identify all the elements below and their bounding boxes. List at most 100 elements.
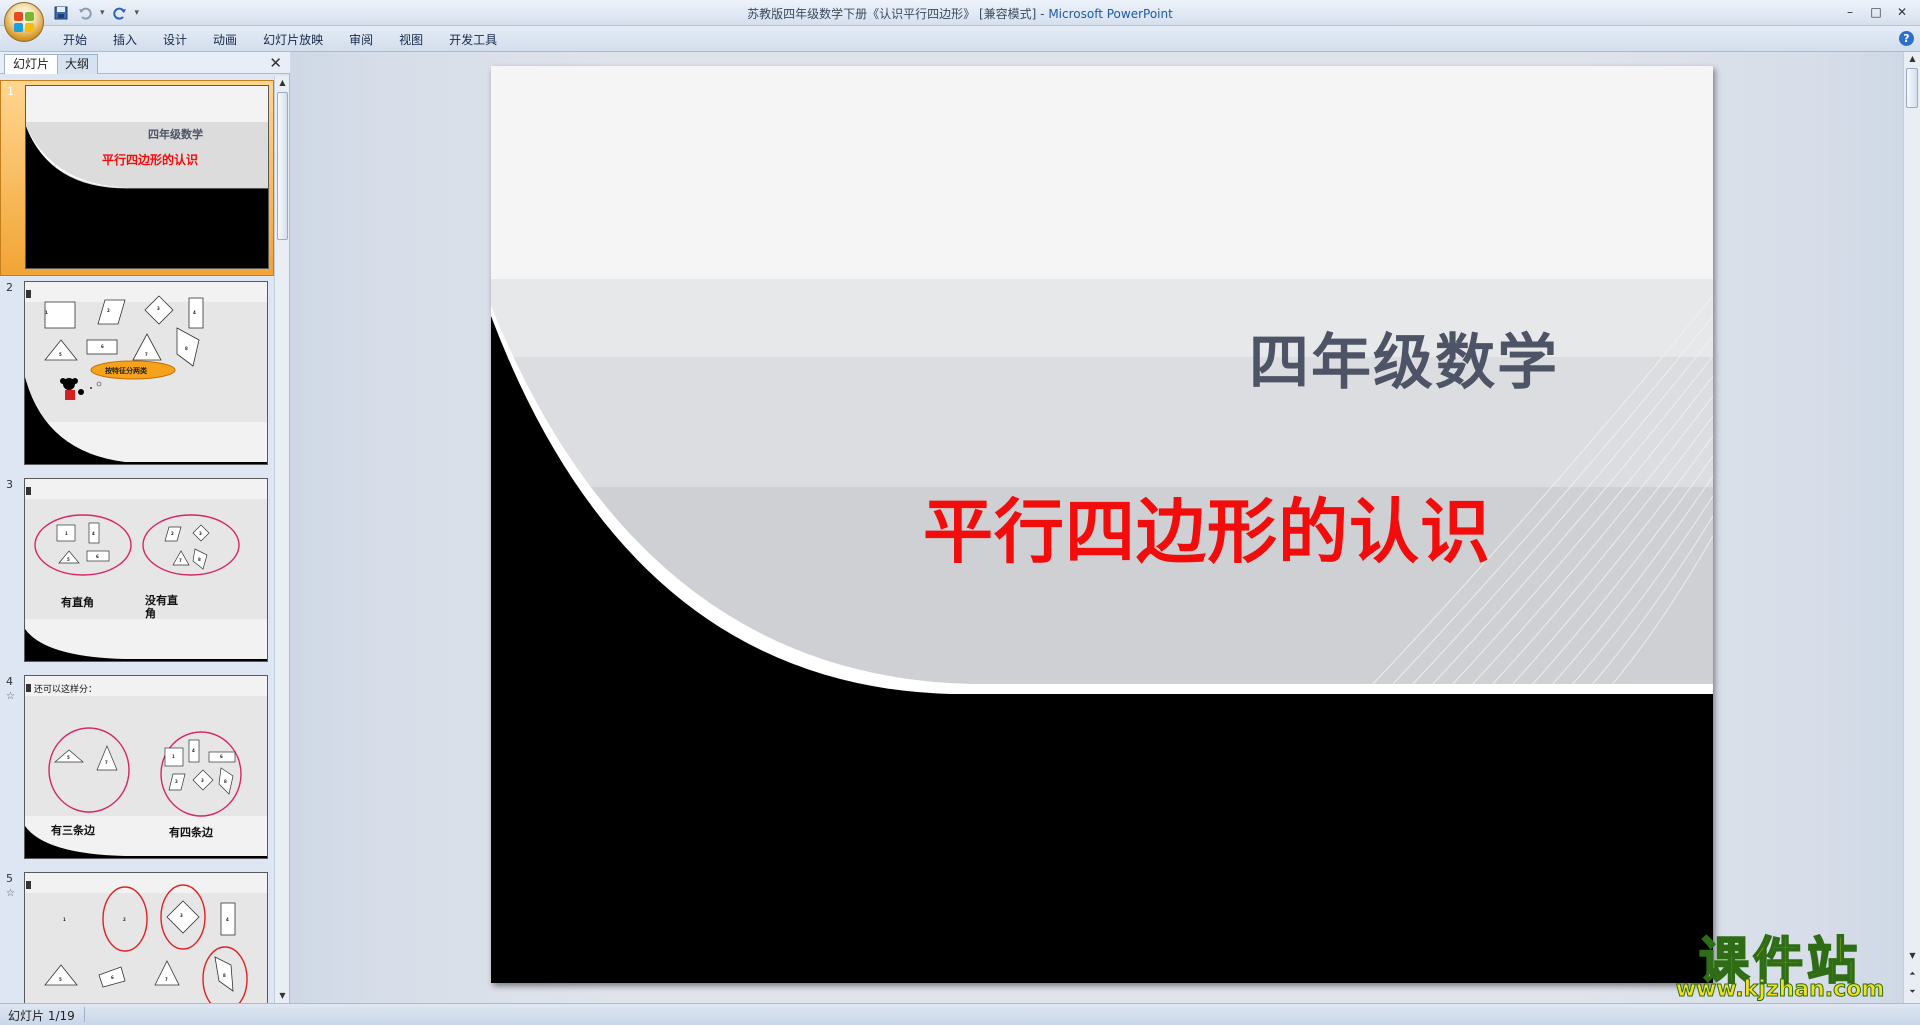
thumbnail-preview: 还可以这样分： 5 7 1 4 6 2 3 8 有三条边 有四条边 [24,675,268,859]
thumbnail-preview: 1 4 6 5 2 3 7 8 有直角 没有直 角 [24,478,268,662]
thumbnail-cloud-text: 按特征分两类 [105,367,147,375]
minimize-button[interactable]: – [1838,3,1862,21]
shape-label: 4 [92,531,95,536]
shape-label: 3 [201,778,204,783]
scroll-up-icon[interactable]: ▲ [275,76,290,90]
thumbnail-preview: 四年级数学 平行四边形的认识 [25,85,269,269]
shape-label: 5 [67,755,70,760]
ribbon-tabs: 开始 插入 设计 动画 幻灯片放映 审阅 视图 开发工具 [50,30,510,50]
scroll-down-icon[interactable]: ▼ [275,989,290,1003]
tab-design[interactable]: 设计 [150,30,200,50]
shape-label: 3 [157,306,160,311]
shape-label: 1 [63,917,66,922]
shape-label: 3 [180,913,183,918]
shape-label: 8 [224,779,227,784]
office-button[interactable] [4,2,44,42]
shape-label: 8 [223,973,226,978]
thumbnail-scrollbar[interactable]: ▲ ▼ [274,76,289,1003]
previous-slide-icon[interactable]: ⏶ [1904,967,1920,981]
customize-qat-icon[interactable]: ▾ [135,8,140,18]
status-bar: 幻灯片 1/19 [0,1003,1920,1025]
thumbnail-title: 四年级数学 [148,128,203,141]
window-controls: – □ ✕ [1838,3,1914,21]
shape-label: 2 [175,779,178,784]
thumbnail-label-b2: 角 [145,607,156,620]
thumbnail-number: 3 [6,478,13,491]
slide-title[interactable]: 四年级数学 [491,314,1559,401]
shape-label: 6 [220,754,223,759]
ribbon-tab-bar: 开始 插入 设计 动画 幻灯片放映 审阅 视图 开发工具 ? [0,26,1920,52]
current-slide[interactable]: 四年级数学 平行四边形的认识 [491,66,1713,983]
tab-insert[interactable]: 插入 [100,30,150,50]
scroll-thumb[interactable] [1906,68,1918,108]
tab-outline[interactable]: 大纲 [56,54,99,74]
undo-icon[interactable] [76,4,94,22]
thumbnail-number: 4 [6,675,13,688]
shape-label: 4 [192,748,195,753]
slide-scrollbar[interactable]: ▲ ▼ ⏶ ⏷ [1903,52,1920,1003]
tab-review[interactable]: 审阅 [336,30,386,50]
thumbnail-number: 2 [6,281,13,294]
slide-thumbnail-2[interactable]: 2 1 2 3 4 5 6 7 8 按特征分两类 [0,277,274,473]
slide-counter: 幻灯片 1/19 [8,1009,75,1023]
thumbnail-preview: 1 2 3 4 5 6 7 8 按特征分两类 [24,281,268,465]
thumbnail-number: 1 [7,85,14,98]
slide-subtitle[interactable]: 平行四边形的认识 [491,476,1491,577]
thumbnail-preview: 1 2 3 4 5 6 7 8 [24,872,268,1003]
shape-label: 1 [45,310,48,315]
slide-thumbnail-1[interactable]: 1 四年级数学 平行四边形的认识 [0,80,274,276]
slide-thumbnail-list: 1 四年级数学 平行四边形的认识 2 1 2 3 4 5 6 7 8 按特征分两… [0,76,274,1003]
scroll-thumb[interactable] [277,92,288,240]
shape-label: 5 [67,557,70,562]
thumbnail-background [26,86,268,268]
shape-label: 1 [65,531,68,536]
help-icon[interactable]: ? [1899,31,1914,46]
title-bar: ▾ ▾ 苏教版四年级数学下册《认识平行四边形》 [兼容模式] - Microso… [0,0,1920,26]
redo-icon[interactable] [111,4,129,22]
shape-label: 7 [105,760,108,765]
shape-label: 6 [101,344,104,349]
shape-label: 2 [171,531,174,536]
shape-label: 4 [226,917,229,922]
save-icon[interactable] [52,4,70,22]
next-slide-icon[interactable]: ⏷ [1904,985,1920,999]
scroll-down-icon[interactable]: ▼ [1904,949,1920,963]
thumbnail-background [25,873,267,1003]
quick-access-toolbar: ▾ ▾ [52,3,139,23]
shape-label: 7 [145,352,148,357]
undo-dropdown-icon[interactable]: ▾ [100,8,105,18]
tab-developer[interactable]: 开发工具 [436,30,510,50]
slide-thumbnail-5[interactable]: 5 ☆ 1 2 3 4 5 6 7 8 [0,868,274,1003]
shape-label: 8 [198,557,201,562]
thumbnail-heading: 还可以这样分： [34,685,98,695]
tab-view[interactable]: 视图 [386,30,436,50]
thumbnail-background [25,479,267,661]
office-logo-icon [14,12,34,32]
document-title: 苏教版四年级数学下册《认识平行四边形》 [兼容模式] - [747,7,1049,21]
shape-label: 2 [123,917,126,922]
pane-tab-bar: 幻灯片 大纲 ✕ [0,52,290,74]
scroll-up-icon[interactable]: ▲ [1904,52,1920,66]
shape-label: 3 [199,531,202,536]
shape-label: 8 [185,346,188,351]
thumbnail-subtitle: 平行四边形的认识 [102,153,199,167]
shape-label: 2 [107,308,110,313]
tab-home[interactable]: 开始 [50,30,100,50]
thumbnail-label-b: 有四条边 [169,826,213,839]
pane-close-icon[interactable]: ✕ [269,54,282,72]
tab-slideshow[interactable]: 幻灯片放映 [250,30,336,50]
animation-star-icon: ☆ [6,691,15,702]
slide-thumbnail-3[interactable]: 3 1 4 6 5 2 3 7 8 有直角 没有直 角 [0,474,274,670]
slide-thumbnail-4[interactable]: 4 ☆ 还可以这样分： 5 7 1 4 6 2 3 8 有三条边 有四条边 [0,671,274,867]
maximize-button[interactable]: □ [1864,3,1888,21]
shape-label: 4 [193,310,196,315]
tab-slides[interactable]: 幻灯片 [4,54,59,74]
tab-animations[interactable]: 动画 [200,30,250,50]
thumbnail-number: 5 [6,872,13,885]
status-divider [84,1007,85,1022]
shape-label: 5 [59,977,62,982]
close-button[interactable]: ✕ [1890,3,1914,21]
shape-label: 7 [165,977,168,982]
watermark-logo: 课件站 www.kjzhan.com [1660,921,1900,1003]
watermark-url: www.kjzhan.com [1675,977,1885,1003]
